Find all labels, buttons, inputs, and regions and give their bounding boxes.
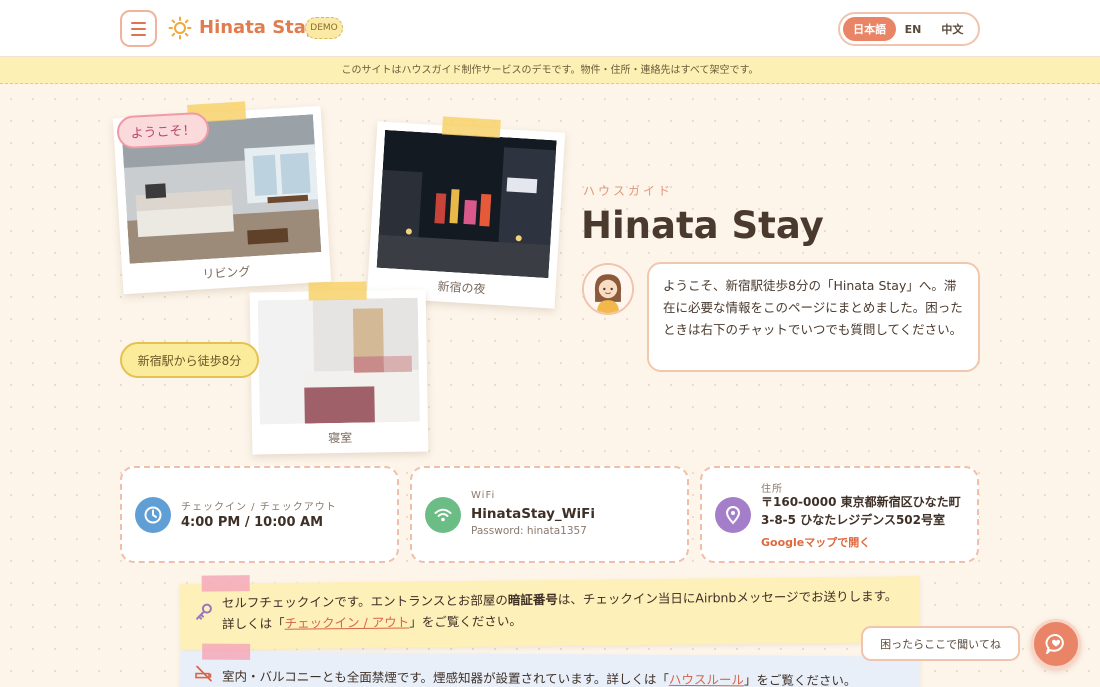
address-card: 住所 〒160-0000 東京都新宿区ひなた町3-8-5 ひなたレジデンス502… bbox=[700, 466, 979, 563]
lang-ja-button[interactable]: 日本語 bbox=[843, 17, 897, 41]
wifi-icon bbox=[425, 497, 461, 533]
sun-logo-icon bbox=[168, 16, 192, 40]
photo-shinjuku-night: 新宿の夜 bbox=[366, 116, 566, 309]
key-icon bbox=[196, 603, 212, 620]
chat-button[interactable] bbox=[1031, 619, 1081, 669]
lang-en-button[interactable]: EN bbox=[896, 17, 930, 41]
checkin-guide-link[interactable]: チェックイン / アウト bbox=[285, 614, 410, 630]
page-title: Hinata Stay bbox=[581, 204, 824, 247]
brand-name[interactable]: Hinata Stay bbox=[199, 17, 317, 38]
wifi-password[interactable]: Password: hinata1357 bbox=[471, 525, 587, 537]
chat-icon bbox=[1045, 634, 1064, 654]
hero-eyebrow: ハウスガイド bbox=[583, 184, 674, 198]
house-rules-link[interactable]: ハウスルール bbox=[669, 672, 744, 687]
menu-icon bbox=[131, 21, 146, 24]
welcome-message: ようこそ、新宿駅徒歩8分の「Hinata Stay」へ。滞在に必要な情報をこのペ… bbox=[647, 262, 980, 372]
no-smoking-icon bbox=[195, 665, 212, 682]
menu-button[interactable] bbox=[120, 10, 157, 47]
address-text: 〒160-0000 東京都新宿区ひなた町3-8-5 ひなたレジデンス502号室 bbox=[761, 495, 961, 527]
welcome-sticker: ようこそ！ bbox=[116, 111, 210, 150]
location-pin-icon bbox=[715, 497, 751, 533]
wifi-ssid[interactable]: HinataStay_WiFi bbox=[471, 506, 595, 522]
card-label: チェックイン / チェックアウト bbox=[181, 502, 337, 513]
walk-time-sticker: 新宿駅から徒歩8分 bbox=[120, 342, 259, 378]
host-avatar bbox=[582, 263, 634, 315]
google-maps-link[interactable]: Googleマップで開く bbox=[761, 534, 870, 550]
lang-zh-button[interactable]: 中文 bbox=[930, 17, 975, 41]
self-checkin-note: セルフチェックインです。エントランスとお部屋の暗証番号は、チェックイン当日にAi… bbox=[179, 575, 921, 650]
photo-bedroom: 寝室 bbox=[249, 281, 429, 455]
card-label: WiFi bbox=[471, 490, 496, 501]
chat-hint-bubble[interactable]: 困ったらここで聞いてね bbox=[861, 626, 1020, 661]
wifi-card: WiFi HinataStay_WiFi Password: hinata135… bbox=[410, 466, 689, 563]
site-header: Hinata Stay DEMO 日本語 EN 中文 bbox=[0, 0, 1100, 57]
language-switcher: 日本語 EN 中文 bbox=[838, 12, 980, 46]
clock-icon bbox=[135, 497, 171, 533]
photo-caption: 寝室 bbox=[328, 430, 353, 446]
checkin-card: チェックイン / チェックアウト 4:00 PM / 10:00 AM bbox=[120, 466, 399, 563]
no-smoking-note: 室内・バルコニーとも全面禁煙です。煙感知器が設置されています。詳しくは「ハウスル… bbox=[179, 643, 921, 687]
demo-badge: DEMO bbox=[305, 17, 343, 39]
checkin-time: 4:00 PM / 10:00 AM bbox=[181, 515, 324, 530]
code-emphasis: 暗証番号 bbox=[507, 591, 558, 608]
demo-notice-banner: このサイトはハウスガイド制作サービスのデモです。物件・住所・連絡先はすべて架空で… bbox=[0, 57, 1100, 84]
